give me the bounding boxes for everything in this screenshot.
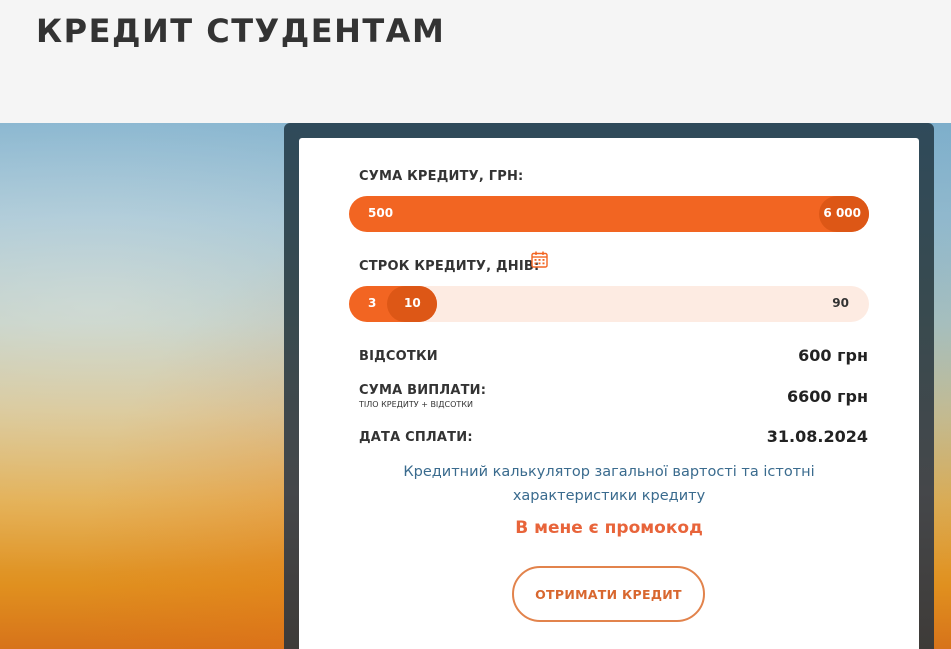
get-credit-button[interactable]: ОТРИМАТИ КРЕДИТ xyxy=(512,566,705,622)
calendar-icon[interactable] xyxy=(531,251,548,268)
total-sublabel: ТІЛО КРЕДИТУ + ВІДСОТКИ xyxy=(359,400,473,409)
term-slider[interactable]: 3 10 90 xyxy=(349,286,869,322)
term-min-label: 3 xyxy=(368,296,377,310)
interest-label: ВІДСОТКИ xyxy=(359,349,438,364)
page-header: КРЕДИТ СТУДЕНТАМ xyxy=(0,0,951,123)
due-date-label: ДАТА СПЛАТИ: xyxy=(359,430,473,445)
amount-max-label: 6 000 xyxy=(823,206,861,220)
promo-code-link[interactable]: В мене є промокод xyxy=(359,518,859,538)
term-current-label: 10 xyxy=(404,296,421,310)
calculator-info-link[interactable]: Кредитний калькулятор загальної вартості… xyxy=(359,460,859,508)
term-max-label: 90 xyxy=(832,296,849,310)
amount-slider-fill xyxy=(349,196,869,232)
total-value: 6600 грн xyxy=(787,387,868,406)
total-label: СУМА ВИПЛАТИ: xyxy=(359,383,487,398)
due-date-value: 31.08.2024 xyxy=(766,427,868,446)
page-title: КРЕДИТ СТУДЕНТАМ xyxy=(36,12,446,50)
amount-label: СУМА КРЕДИТУ, ГРН: xyxy=(359,169,524,184)
term-label: СТРОК КРЕДИТУ, ДНІВ: xyxy=(359,259,540,274)
amount-slider[interactable]: 500 6 000 xyxy=(349,196,869,232)
amount-min-label: 500 xyxy=(368,206,394,220)
interest-value: 600 грн xyxy=(798,346,868,365)
